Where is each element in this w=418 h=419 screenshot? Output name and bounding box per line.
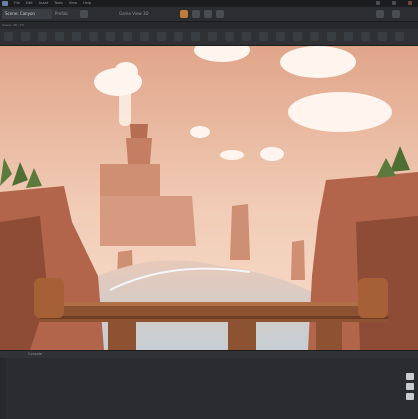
app-logo-icon — [2, 1, 8, 6]
refresh-icon[interactable] — [204, 10, 212, 18]
physics-tool-icon[interactable] — [259, 32, 268, 41]
panel-header: Console — [0, 351, 418, 358]
layers-tool-icon[interactable] — [242, 32, 251, 41]
sub-toolbar: Scene: 3D / FX — [0, 22, 418, 29]
play-tool-icon[interactable] — [191, 32, 200, 41]
brush-tool-icon[interactable] — [174, 32, 183, 41]
settings-icon[interactable] — [376, 10, 384, 18]
paint-tool-icon[interactable] — [140, 32, 149, 41]
tool-strip — [0, 29, 418, 46]
settings-icon[interactable] — [406, 393, 414, 400]
tab-prefab[interactable]: Prefab — [52, 9, 82, 19]
title-bar: File Edit Asset Tools View Help — [0, 0, 418, 7]
menu-tools[interactable]: Tools — [54, 0, 63, 7]
menu-edit[interactable]: Edit — [26, 0, 33, 7]
scene-viewport[interactable] — [0, 46, 418, 350]
settings-tool-icon[interactable] — [395, 32, 404, 41]
scale-tool-icon[interactable] — [38, 32, 47, 41]
select-tool-icon[interactable] — [157, 32, 166, 41]
terrain-tool-icon[interactable] — [123, 32, 132, 41]
render-tool-icon[interactable] — [378, 32, 387, 41]
tab-toolbar: Scene: Canyon Prefab Game View 3D — [0, 7, 418, 22]
stats-tool-icon[interactable] — [361, 32, 370, 41]
shapes-icon[interactable] — [192, 10, 200, 18]
film-icon[interactable] — [406, 373, 414, 380]
maximize-icon[interactable] — [392, 1, 396, 5]
menu-view[interactable]: View — [69, 0, 77, 7]
subbar-label: Scene: 3D / FX — [2, 23, 25, 27]
menu-file[interactable]: File — [14, 0, 20, 7]
pause-tool-icon[interactable] — [208, 32, 217, 41]
nav-tool-icon[interactable] — [310, 32, 319, 41]
audio-tool-icon[interactable] — [276, 32, 285, 41]
bake-tool-icon[interactable] — [327, 32, 336, 41]
panel-sidebar — [0, 358, 6, 419]
minimize-icon[interactable] — [376, 1, 380, 5]
lod-tool-icon[interactable] — [344, 32, 353, 41]
console-tab[interactable]: Console — [28, 351, 42, 358]
tab-game-view[interactable]: Game View 3D — [116, 9, 174, 19]
move-tool-icon[interactable] — [4, 32, 13, 41]
image-icon[interactable] — [406, 383, 414, 390]
light-tool-icon[interactable] — [89, 32, 98, 41]
user-icon[interactable] — [392, 10, 400, 18]
bottom-panel: Console — [0, 350, 418, 419]
globe-icon[interactable] — [216, 10, 224, 18]
close-icon[interactable] — [408, 1, 412, 5]
editor-window: File Edit Asset Tools View Help Scene: C… — [0, 0, 418, 419]
menu-help[interactable]: Help — [83, 0, 91, 7]
rotate-tool-icon[interactable] — [21, 32, 30, 41]
fx-tool-icon[interactable] — [293, 32, 302, 41]
scene-canvas[interactable] — [0, 46, 418, 350]
step-tool-icon[interactable] — [225, 32, 234, 41]
snap-tool-icon[interactable] — [55, 32, 64, 41]
grid-tool-icon[interactable] — [72, 32, 81, 41]
folder-icon[interactable] — [80, 10, 88, 18]
tab-scene[interactable]: Scene: Canyon — [2, 9, 52, 19]
menu-asset[interactable]: Asset — [39, 0, 49, 7]
camera-tool-icon[interactable] — [106, 32, 115, 41]
sun-icon[interactable] — [180, 10, 188, 18]
